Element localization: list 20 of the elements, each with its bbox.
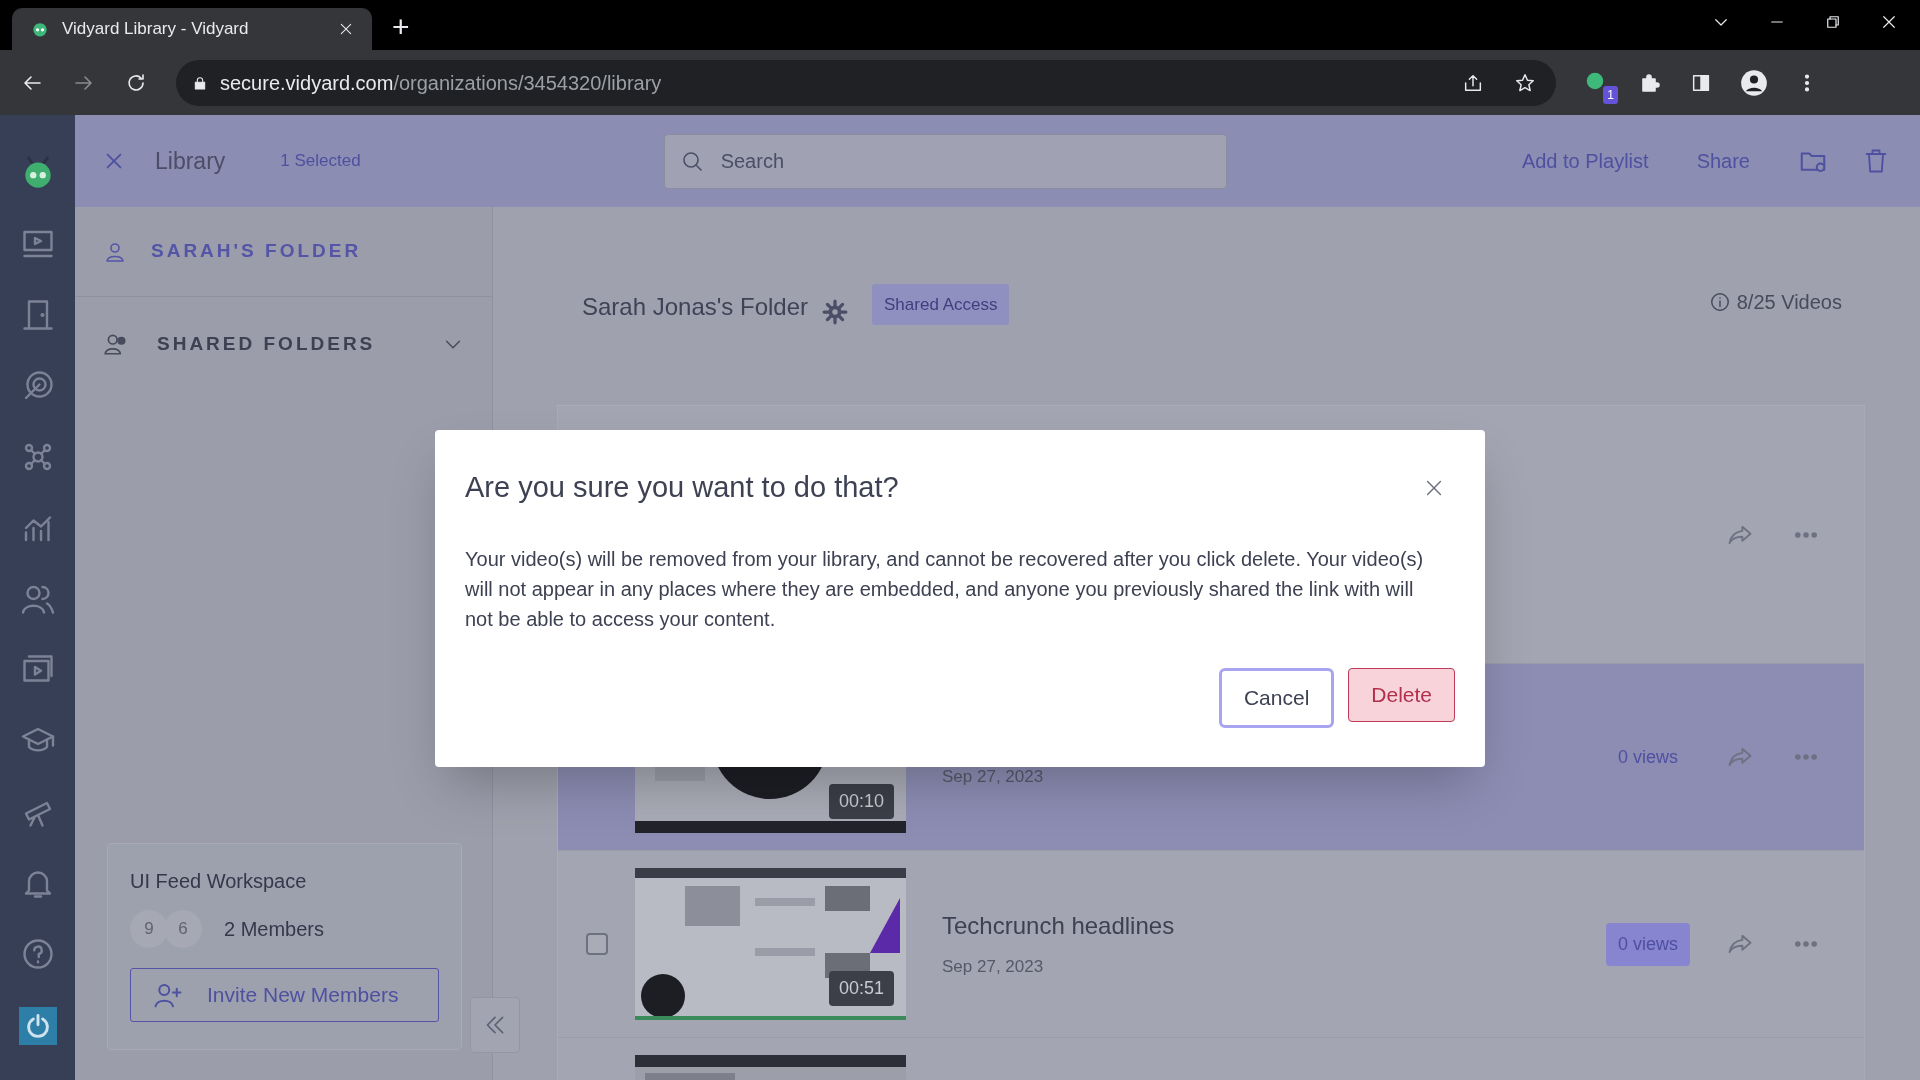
view-count: 0 views — [1616, 745, 1679, 769]
video-count: 8/25 Videos — [1736, 290, 1842, 315]
dialog-title: Are you sure you want to do that? — [465, 470, 900, 505]
extension-badge: 1 — [1603, 85, 1618, 104]
duration-label: 00:10 — [828, 784, 894, 819]
video-date: Sep 27, 2023 — [942, 956, 1045, 979]
folder-title: Sarah Jonas's Folder — [582, 292, 809, 322]
member-avatar: 9 — [130, 910, 168, 948]
member-avatar: 6 — [164, 910, 202, 948]
workspace-name: UI Feed Workspace — [130, 869, 308, 894]
access-badge: Shared Access — [872, 283, 1010, 325]
member-count: 2 Members — [224, 917, 325, 942]
url-text: secure.vidyard.com/organizations/3454320/library — [220, 70, 663, 96]
page-title: Library — [155, 146, 226, 176]
view-count: 0 views — [1605, 922, 1690, 966]
video-title: Techcrunch headlines — [942, 911, 1176, 942]
dialog-message: Your video(s) will be removed from your library, and cannot be recovered after you click delete. Your video(s) will not appear in any places where they are embedded, and anyone you previously shared the link with will not be able to access your content. — [465, 546, 1425, 632]
video-date: Sep 27, 2023 — [942, 766, 1045, 789]
duration-label: 00:51 — [828, 971, 894, 1006]
selection-count: 1 Selected — [280, 150, 361, 173]
